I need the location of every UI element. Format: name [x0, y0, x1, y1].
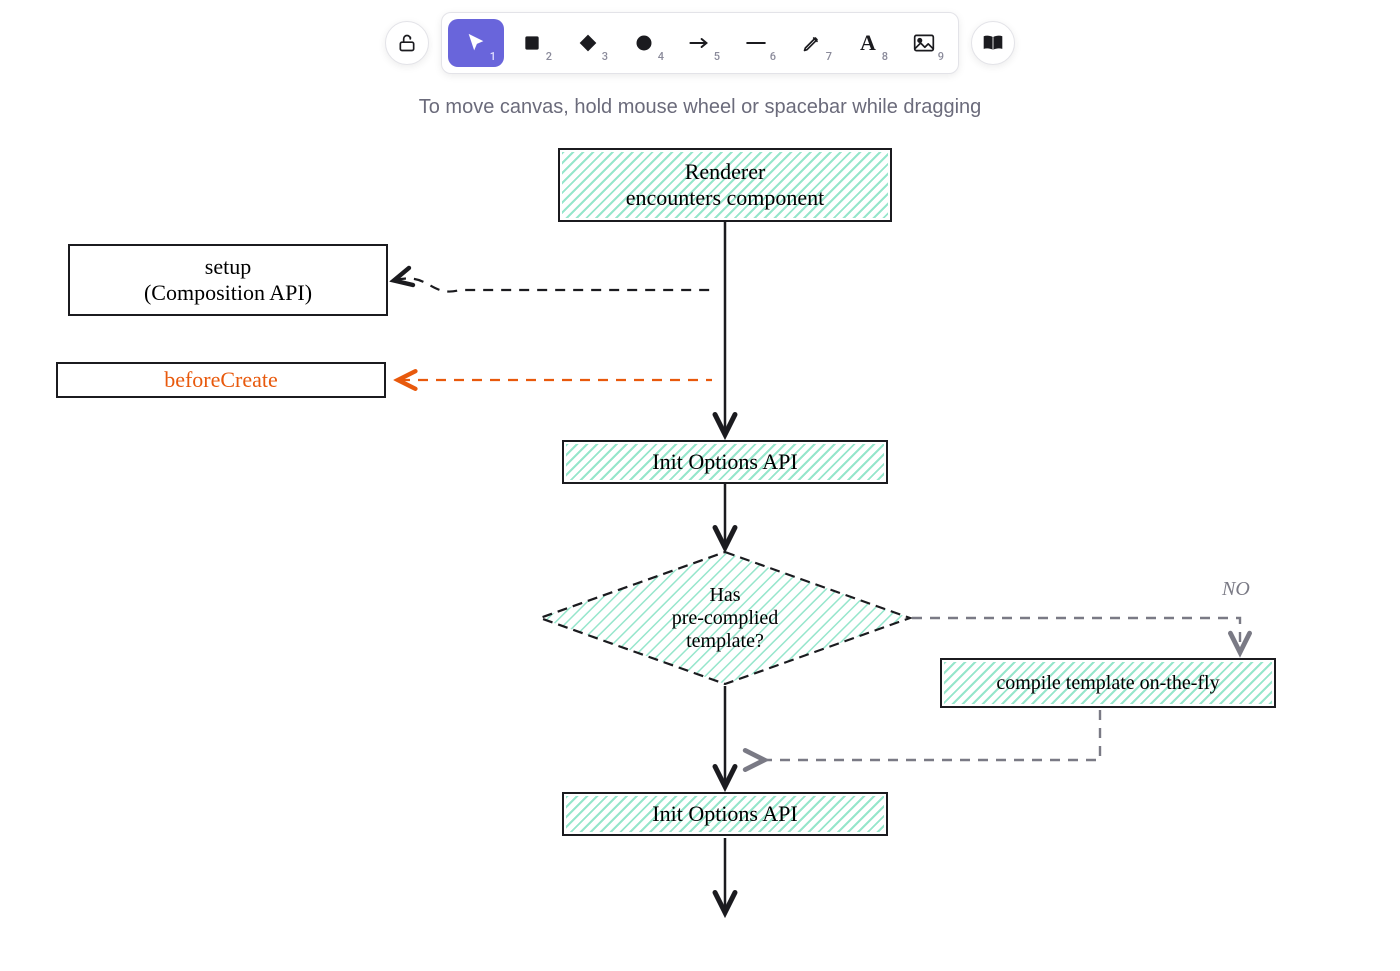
node-label: Init Options API	[652, 449, 797, 475]
edge-setup-to-spine	[396, 278, 710, 291]
node-label: Has pre-complied template?	[672, 584, 779, 653]
node-setup[interactable]: setup (Composition API)	[68, 244, 388, 316]
node-before-create[interactable]: beforeCreate	[56, 362, 386, 398]
edge-compile-back	[762, 710, 1100, 760]
node-label: beforeCreate	[164, 367, 278, 393]
canvas[interactable]: Renderer encounters component setup (Com…	[0, 0, 1400, 971]
node-init-options-2[interactable]: Init Options API	[562, 792, 888, 836]
node-label: Renderer encounters component	[626, 159, 825, 212]
edge-no-to-compile	[912, 618, 1240, 650]
node-label: Init Options API	[652, 801, 797, 827]
node-label: compile template on-the-fly	[996, 671, 1219, 695]
node-init-options-1[interactable]: Init Options API	[562, 440, 888, 484]
node-has-template[interactable]: Has pre-complied template?	[540, 558, 910, 678]
node-compile-on-the-fly[interactable]: compile template on-the-fly	[940, 658, 1276, 708]
node-label: setup (Composition API)	[144, 254, 312, 307]
node-renderer[interactable]: Renderer encounters component	[558, 148, 892, 222]
edge-label-no: NO	[1222, 578, 1250, 601]
